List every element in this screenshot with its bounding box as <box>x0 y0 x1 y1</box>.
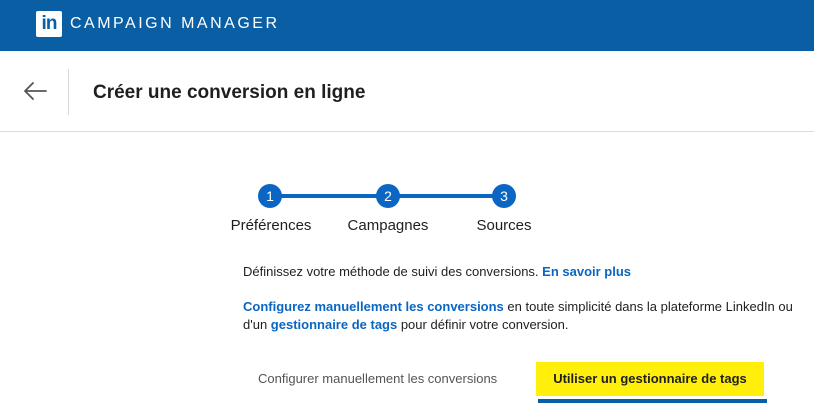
step-3-circle[interactable]: 3 <box>492 184 516 208</box>
step-3-label: Sources <box>476 217 532 234</box>
back-button[interactable] <box>22 78 50 104</box>
tab-configure-manually[interactable]: Configurer manuellement les conversions <box>258 362 497 396</box>
linkedin-logo-icon[interactable]: in <box>36 11 62 37</box>
explanation-text-2: d'un <box>243 317 271 332</box>
description-text: Définissez votre méthode de suivi des co… <box>243 264 539 279</box>
step-1-label: Préférences <box>230 217 312 234</box>
arrow-left-icon <box>24 82 47 100</box>
tag-manager-link[interactable]: gestionnaire de tags <box>271 317 397 332</box>
active-tab-indicator <box>538 399 767 403</box>
learn-more-link[interactable]: En savoir plus <box>542 264 631 279</box>
app-title[interactable]: CAMPAIGN MANAGER <box>70 14 280 34</box>
tracking-method-description: Définissez votre méthode de suivi des co… <box>243 264 631 279</box>
progress-stepper: 1 2 3 Préférences Campagnes Sources <box>0 180 814 240</box>
step-1-circle[interactable]: 1 <box>258 184 282 208</box>
method-explanation: Configurez manuellement les conversions … <box>243 298 814 334</box>
explanation-text-1: en toute simplicité dans la plateforme L… <box>503 299 793 314</box>
explanation-text-3: pour définir votre conversion. <box>397 317 569 332</box>
header-divider <box>68 69 69 115</box>
top-navigation-bar: in CAMPAIGN MANAGER <box>0 0 814 51</box>
step-2-circle[interactable]: 2 <box>376 184 400 208</box>
page-title: Créer une conversion en ligne <box>93 82 366 103</box>
step-2-label: Campagnes <box>347 217 429 234</box>
tab-use-tag-manager[interactable]: Utiliser un gestionnaire de tags <box>536 362 764 396</box>
configure-manually-link[interactable]: Configurez manuellement les conversions <box>243 299 504 314</box>
page-header: Créer une conversion en ligne <box>0 51 814 132</box>
